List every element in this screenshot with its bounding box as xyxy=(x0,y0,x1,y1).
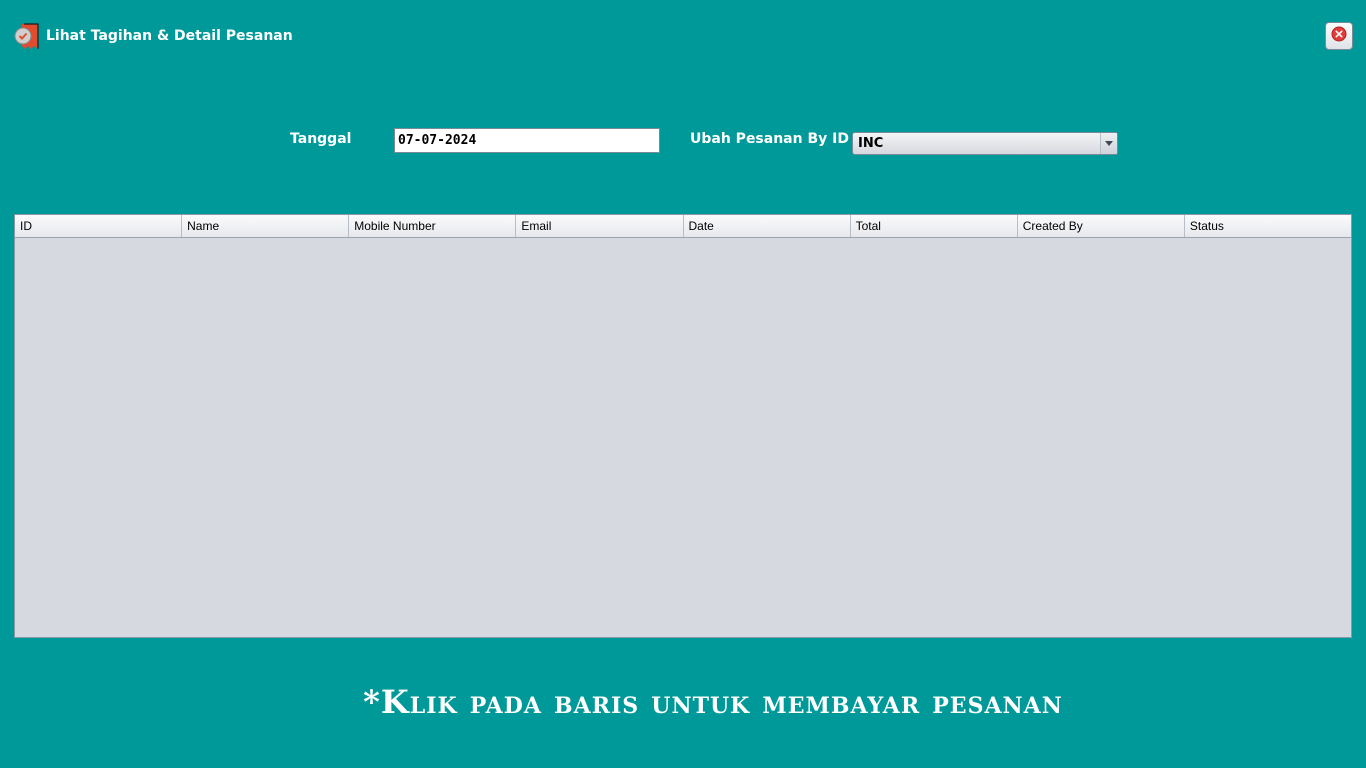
column-header-status[interactable]: Status xyxy=(1185,215,1351,237)
column-header-id[interactable]: ID xyxy=(15,215,183,237)
column-header-email[interactable]: Email xyxy=(516,215,684,237)
order-id-dropdown[interactable]: INC xyxy=(852,132,1118,155)
close-icon xyxy=(1331,26,1347,46)
date-label: Tanggal xyxy=(290,131,352,147)
column-header-date[interactable]: Date xyxy=(684,215,851,237)
order-id-label: Ubah Pesanan By ID xyxy=(690,131,849,147)
table-header: ID Name Mobile Number Email Date Total C… xyxy=(15,215,1351,238)
bill-check-icon xyxy=(14,23,40,50)
column-header-total[interactable]: Total xyxy=(851,215,1018,237)
table-body[interactable] xyxy=(15,238,1351,638)
column-header-created-by[interactable]: Created By xyxy=(1018,215,1185,237)
window-title: Lihat Tagihan & Detail Pesanan xyxy=(46,28,293,44)
order-id-selected: INC xyxy=(858,136,884,151)
column-header-name[interactable]: Name xyxy=(182,215,350,237)
date-field[interactable] xyxy=(394,128,660,153)
close-button[interactable] xyxy=(1325,22,1353,50)
column-header-mobile-number[interactable]: Mobile Number xyxy=(349,215,517,237)
footer-instruction: *Klik pada baris untuk membayar pesanan xyxy=(363,683,1063,721)
orders-table[interactable]: ID Name Mobile Number Email Date Total C… xyxy=(14,214,1352,638)
bill-view-window: Lihat Tagihan & Detail Pesanan Tanggal U… xyxy=(0,0,1366,768)
chevron-down-icon[interactable] xyxy=(1100,133,1117,154)
